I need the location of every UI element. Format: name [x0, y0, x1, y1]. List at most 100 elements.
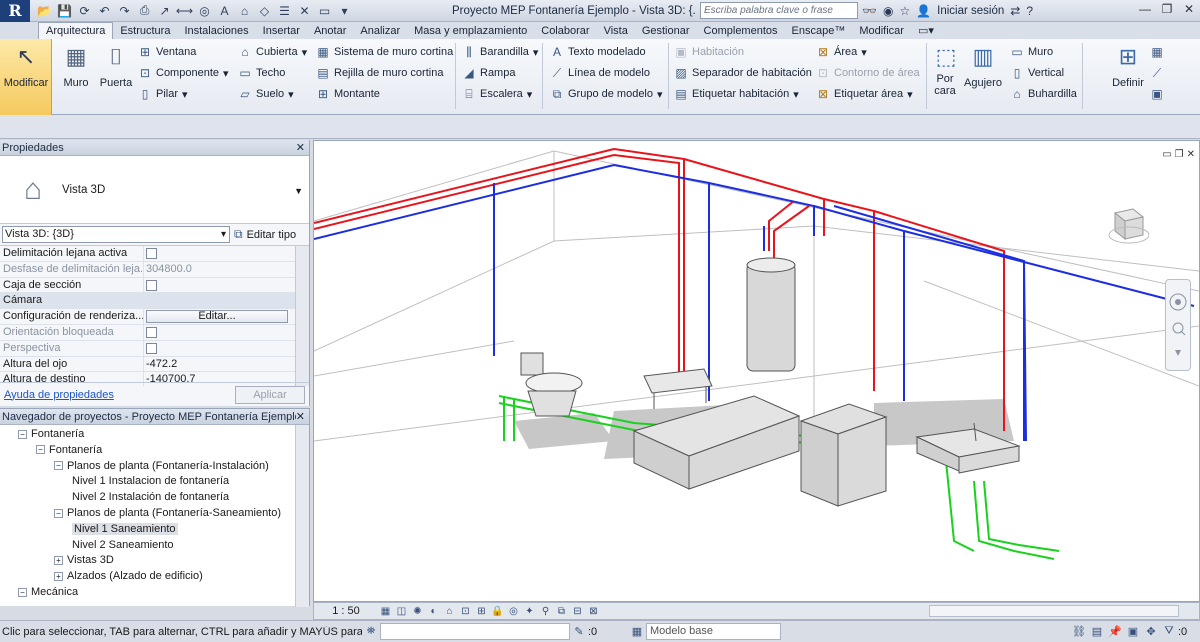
filter-icon[interactable]: ⛛: [1160, 624, 1178, 640]
ventana-button[interactable]: ⊞ Ventana: [138, 43, 196, 61]
collapse-icon[interactable]: −: [54, 461, 63, 471]
property-row[interactable]: Altura del ojo -472.2: [0, 356, 309, 373]
app-logo[interactable]: R: [0, 0, 30, 22]
tree-node[interactable]: Nivel 1 Instalacion de fontanería: [72, 474, 229, 490]
collapse-icon[interactable]: −: [18, 429, 27, 439]
tab-instalaciones[interactable]: Instalaciones: [177, 23, 255, 39]
select-pinned-icon[interactable]: 📌: [1106, 624, 1124, 640]
expand-icon[interactable]: +: [54, 555, 63, 565]
text-icon[interactable]: A: [216, 3, 233, 19]
sync-icon[interactable]: ⟳: [76, 3, 93, 19]
tree-node[interactable]: Nivel 2 Instalación de fontanería: [72, 490, 229, 506]
puerta-button[interactable]: ⌷ Puerta: [98, 41, 134, 89]
highlight-icon[interactable]: ⊠: [586, 604, 601, 618]
tab-modificar[interactable]: Modificar: [852, 23, 911, 39]
ribbon-minimize-icon[interactable]: ▭▾: [911, 23, 941, 39]
tab-gestionar[interactable]: Gestionar: [635, 23, 697, 39]
montante-button[interactable]: ⊞ Montante: [316, 85, 380, 103]
suelo-button[interactable]: ▱ Suelo ▾: [238, 85, 293, 103]
print-icon[interactable]: ⎙: [136, 3, 153, 19]
property-checkbox[interactable]: [146, 248, 157, 260]
modificar-button[interactable]: ↖ Modificar: [0, 39, 52, 115]
apply-button[interactable]: Aplicar: [235, 385, 305, 404]
property-row[interactable]: Orientación bloqueada: [0, 324, 309, 341]
edit-type-icon[interactable]: ⧉: [234, 227, 243, 242]
tab-insertar[interactable]: Insertar: [256, 23, 307, 39]
property-value[interactable]: 304800.0: [144, 262, 309, 277]
tree-node[interactable]: Nivel 1 Saneamiento: [72, 522, 178, 538]
muro-opening-button[interactable]: ▭ Muro: [1010, 43, 1053, 61]
select-by-face-icon[interactable]: ▣: [1124, 624, 1142, 640]
favorites-icon[interactable]: ☆: [899, 4, 910, 18]
properties-scrollbar[interactable]: [295, 246, 309, 386]
tag-icon[interactable]: ◎: [196, 3, 213, 19]
tab-vista[interactable]: Vista: [597, 23, 635, 39]
buhardilla-button[interactable]: ⌂ Buhardilla: [1010, 85, 1077, 103]
close-icon[interactable]: ✕: [1178, 0, 1200, 18]
sistema-muro-cortina-button[interactable]: ▦ Sistema de muro cortina: [316, 43, 453, 61]
property-checkbox[interactable]: [146, 279, 157, 291]
exchange-icon[interactable]: ⇄: [1010, 4, 1020, 18]
property-value[interactable]: -472.2: [144, 357, 309, 372]
pilar-button[interactable]: ▯ Pilar ▾: [138, 85, 188, 103]
tree-node[interactable]: − Planos de planta (Fontanería-Instalació…: [54, 459, 269, 475]
location-icon[interactable]: ⚲: [538, 604, 553, 618]
cubierta-button[interactable]: ⌂ Cubierta ▾: [238, 43, 307, 61]
tab-estructura[interactable]: Estructura: [113, 23, 177, 39]
tab-masa-y-emplazamiento[interactable]: Masa y emplazamiento: [407, 23, 534, 39]
vertical-opening-button[interactable]: ▯ Vertical: [1010, 64, 1064, 82]
type-selector[interactable]: ⌂ Vista 3D ▼: [0, 156, 309, 224]
tab-complementos[interactable]: Complementos: [697, 23, 785, 39]
texto-modelado-button[interactable]: A Texto modelado: [550, 43, 646, 61]
redo-icon[interactable]: ↷: [116, 3, 133, 19]
3d-view-icon[interactable]: ⌂: [236, 3, 253, 19]
tab-analizar[interactable]: Analizar: [353, 23, 407, 39]
habitacion-button[interactable]: ▣ Habitación: [674, 43, 744, 61]
undo-icon[interactable]: ↶: [96, 3, 113, 19]
etiquetar-area-button[interactable]: ⊠ Etiquetar área ▾: [816, 85, 913, 103]
escalera-button[interactable]: ⌸ Escalera ▾: [462, 85, 532, 103]
ref-plane-button[interactable]: ⟋: [1150, 64, 1164, 82]
tree-node[interactable]: Nivel 2 Saneamiento: [72, 538, 174, 554]
property-row[interactable]: Caja de sección: [0, 277, 309, 294]
rejilla-muro-cortina-button[interactable]: ▤ Rejilla de muro cortina: [316, 64, 443, 82]
visual-style-icon[interactable]: ◫: [394, 604, 409, 618]
techo-button[interactable]: ▭ Techo: [238, 64, 285, 82]
expand-icon[interactable]: +: [54, 571, 63, 581]
close-hidden-icon[interactable]: ✕: [296, 3, 313, 19]
property-value[interactable]: [144, 246, 309, 261]
select-underlay-icon[interactable]: ▤: [1088, 624, 1106, 640]
close-icon[interactable]: ✕: [296, 141, 305, 154]
tab-enscape-[interactable]: Enscape™: [785, 23, 853, 39]
property-checkbox[interactable]: [146, 342, 157, 354]
drag-elements-icon[interactable]: ✥: [1142, 624, 1160, 640]
restore-icon[interactable]: ❐: [1175, 149, 1184, 160]
detail-level-icon[interactable]: ▦: [378, 604, 393, 618]
temp-hide-icon[interactable]: ◎: [506, 604, 521, 618]
open-icon[interactable]: 📂: [36, 3, 53, 19]
por-cara-button[interactable]: ⬚ Por cara: [930, 41, 960, 97]
lock-view-icon[interactable]: 🔒: [490, 604, 505, 618]
minimize-icon[interactable]: ▭: [1162, 149, 1171, 160]
property-value[interactable]: [144, 278, 309, 293]
design-options-icon[interactable]: ▦: [628, 624, 646, 640]
show-workplane-button[interactable]: ▦: [1150, 43, 1164, 61]
viewcube[interactable]: [1105, 203, 1150, 247]
property-row[interactable]: Perspectiva: [0, 340, 309, 357]
close-icon[interactable]: ✕: [1187, 149, 1195, 160]
crop-view-icon[interactable]: ⊡: [458, 604, 473, 618]
view-scale[interactable]: 1 : 50: [314, 605, 378, 617]
collapse-icon[interactable]: −: [36, 445, 45, 455]
tab-colaborar[interactable]: Colaborar: [534, 23, 596, 39]
collapse-icon[interactable]: −: [54, 508, 63, 518]
componente-button[interactable]: ⊡ Componente ▾: [138, 64, 229, 82]
section-icon[interactable]: ◇: [256, 3, 273, 19]
grupo-modelo-button[interactable]: ⧉ Grupo de modelo ▾: [550, 85, 663, 103]
binoculars-icon[interactable]: 👓: [862, 4, 877, 18]
render-edit-button[interactable]: Editar...: [146, 310, 288, 324]
switch-windows-icon[interactable]: ▭: [316, 3, 333, 19]
etiquetar-habitacion-button[interactable]: ▤ Etiquetar habitación ▾: [674, 85, 798, 103]
analysis-icon[interactable]: ⧉: [554, 604, 569, 618]
help-icon[interactable]: ?: [1026, 4, 1033, 18]
chevron-down-icon[interactable]: ▼: [294, 186, 303, 196]
